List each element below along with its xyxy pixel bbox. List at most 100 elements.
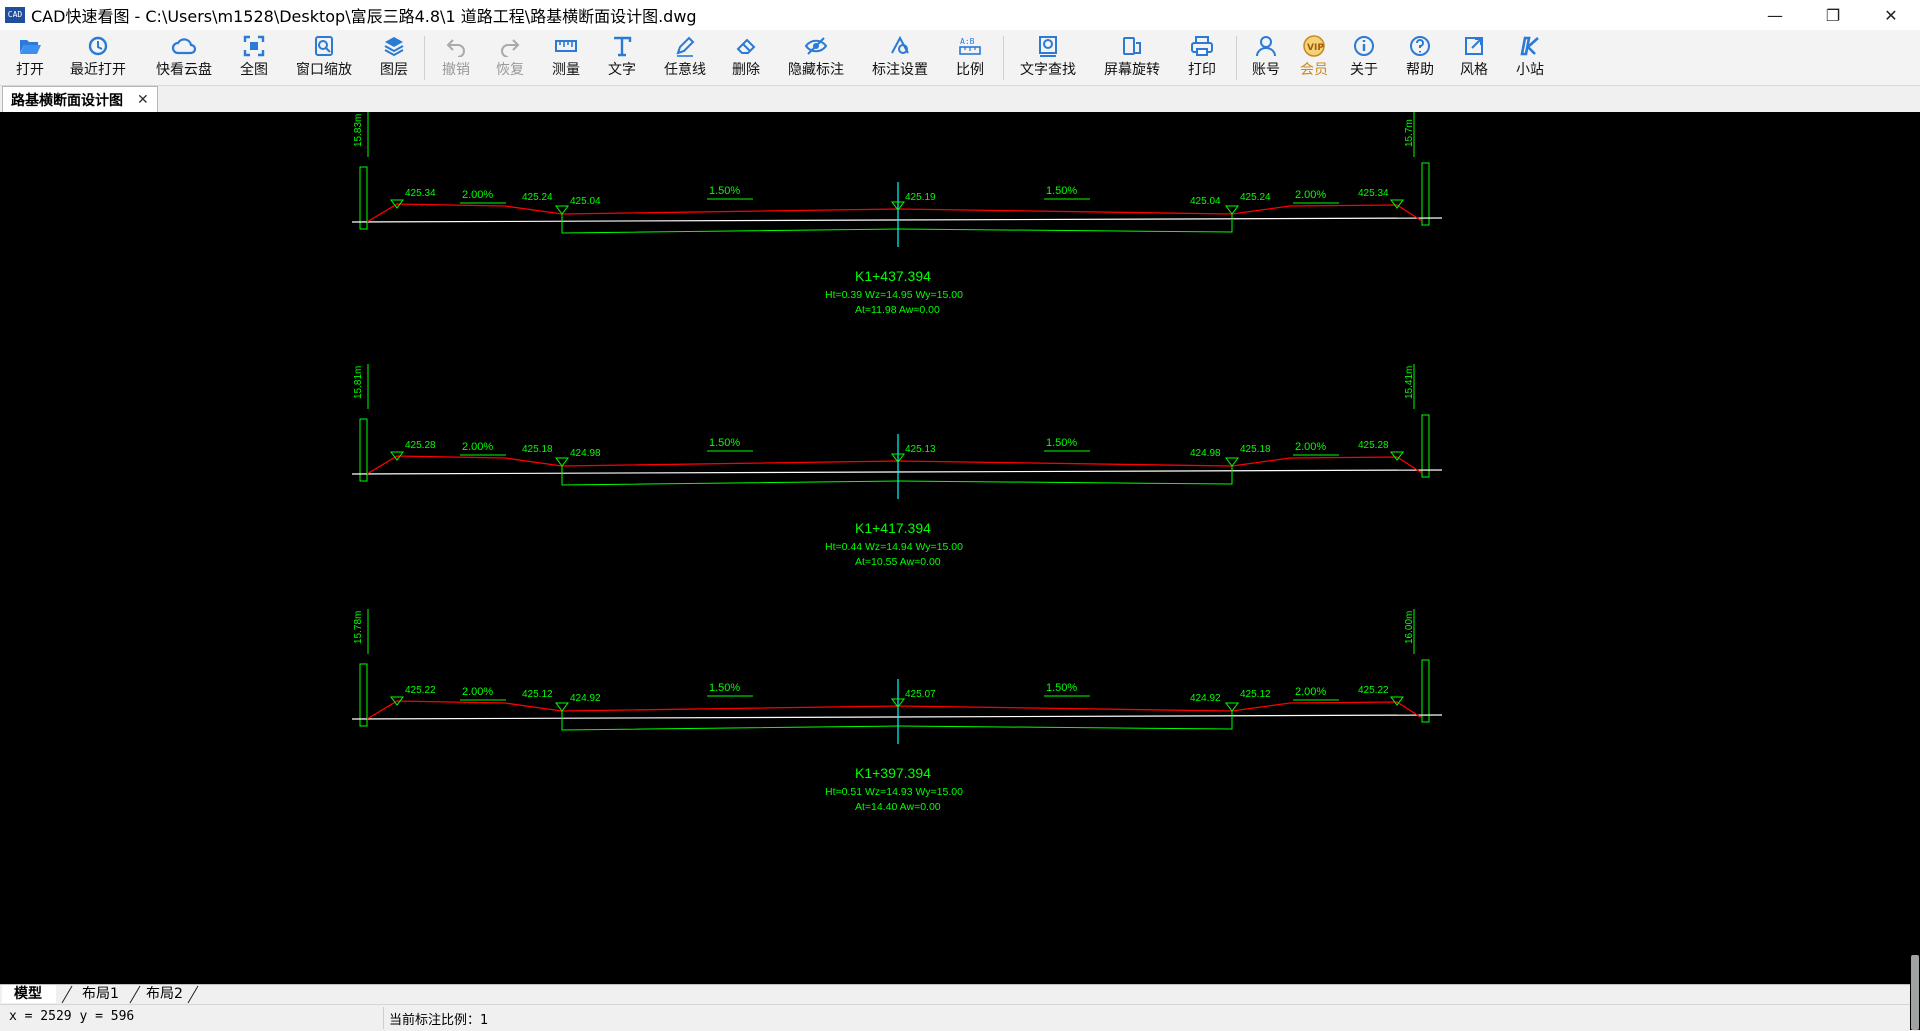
freehand-line-label: 任意线: [664, 62, 706, 78]
text-search-icon: [1034, 34, 1062, 58]
text-button[interactable]: 文字: [604, 30, 640, 85]
account-label: 账号: [1252, 62, 1280, 78]
rotate-screen-label: 屏幕旋转: [1104, 62, 1160, 78]
help-label: 帮助: [1406, 62, 1434, 78]
right-edge-marker: [1421, 414, 1430, 478]
design-grade-line: [366, 203, 1423, 223]
text-label: 文字: [608, 62, 636, 78]
document-tab-bar: 路基横断面设计图 ✕: [0, 86, 1920, 112]
left-edge-marker: [359, 418, 368, 482]
tab-model[interactable]: 模型: [2, 985, 56, 1003]
app-logo-icon: CAD: [5, 7, 25, 23]
user-icon: [1252, 34, 1280, 58]
section-area-parameters: At=14.40 Aw=0.00: [855, 801, 941, 813]
subgrade-outline: [561, 214, 1233, 234]
recent-open-button[interactable]: 最近打开: [66, 30, 130, 85]
rotate-screen-button[interactable]: 屏幕旋转: [1100, 30, 1164, 85]
tab-layout1[interactable]: 布局1: [70, 985, 133, 1003]
elevation-label: 425.12: [1240, 689, 1271, 700]
account-button[interactable]: 账号: [1248, 30, 1284, 85]
help-icon: [1406, 34, 1434, 58]
style-button[interactable]: 风格: [1456, 30, 1492, 85]
delete-button[interactable]: 删除: [728, 30, 764, 85]
eye-hide-icon: [802, 34, 830, 58]
toolbar-separator: [1236, 36, 1237, 80]
hide-annotation-button[interactable]: 隐藏标注: [784, 30, 848, 85]
cloud-drive-button[interactable]: 快看云盘: [152, 30, 216, 85]
text-search-button[interactable]: 文字查找: [1016, 30, 1080, 85]
section-area-parameters: At=11.98 Aw=0.00: [855, 304, 940, 316]
left-width-label: 15.81m: [353, 366, 364, 399]
redo-label: 恢复: [496, 62, 524, 78]
vertical-scrollbar[interactable]: [1910, 112, 1920, 1030]
close-window-button[interactable]: ✕: [1862, 0, 1920, 30]
cloud-drive-label: 快看云盘: [156, 62, 212, 78]
cloud-icon: [170, 34, 198, 58]
measure-label: 测量: [552, 62, 580, 78]
scale-button[interactable]: A:B 比例: [952, 30, 988, 85]
section-area-parameters: At=10.55 Aw=0.00: [855, 556, 941, 568]
fit-view-button[interactable]: 全图: [236, 30, 272, 85]
scale-label: 比例: [956, 62, 984, 78]
window-title: CAD快速看图 - C:\Users\m1528\Desktop\富辰三路4.8…: [31, 7, 697, 26]
annotation-settings-button[interactable]: 标注设置: [868, 30, 932, 85]
design-grade-line: [366, 455, 1423, 475]
close-tab-icon[interactable]: ✕: [137, 92, 149, 108]
layers-label: 图层: [380, 62, 408, 78]
status-bar: x = 2529 y = 596 当前标注比例：1: [0, 1004, 1910, 1031]
ground-line: [351, 217, 1443, 223]
elevation-label: 425.28: [405, 440, 436, 451]
elevation-label: 425.04: [1190, 196, 1221, 207]
measure-button[interactable]: 测量: [548, 30, 584, 85]
elevation-marker-icon: [1390, 199, 1404, 209]
zoom-window-button[interactable]: 窗口缩放: [292, 30, 356, 85]
print-button[interactable]: 打印: [1184, 30, 1220, 85]
annotation-settings-label: 标注设置: [872, 62, 928, 78]
text-search-label: 文字查找: [1020, 62, 1076, 78]
fit-view-icon: [240, 34, 268, 58]
tab-separator: [187, 985, 199, 1004]
scrollbar-thumb[interactable]: [1911, 955, 1919, 1030]
minimize-button[interactable]: —: [1746, 0, 1804, 30]
open-button[interactable]: 打开: [10, 30, 50, 85]
drawing-canvas[interactable]: 15.83m 15.7m 425.34 425.24 425.04 425.19 425.0…: [0, 112, 1920, 984]
undo-label: 撤销: [442, 62, 470, 78]
help-button[interactable]: 帮助: [1402, 30, 1438, 85]
redo-button[interactable]: 恢复: [492, 30, 528, 85]
layers-icon: [380, 34, 408, 58]
undo-button[interactable]: 撤销: [438, 30, 474, 85]
scale-icon: A:B: [956, 34, 984, 58]
elevation-label: 425.07: [905, 689, 936, 700]
section-parameters: Ht=0.44 Wz=14.94 Wy=15.00: [825, 541, 963, 553]
elevation-label: 425.22: [405, 685, 436, 696]
freehand-line-button[interactable]: 任意线: [660, 30, 710, 85]
eraser-icon: [732, 34, 760, 58]
elevation-label: 425.18: [522, 444, 553, 455]
main-toolbar: 打开 最近打开 快看云盘 全图 窗口缩放 图层 撤销 恢复 测量 文字 任意线: [0, 30, 1920, 86]
style-label: 风格: [1460, 62, 1488, 78]
restore-button[interactable]: ❐: [1804, 0, 1862, 30]
layers-button[interactable]: 图层: [376, 30, 412, 85]
measure-icon: [552, 34, 580, 58]
left-width-label: 15.83m: [353, 114, 364, 147]
printer-icon: [1188, 34, 1216, 58]
elevation-label: 424.92: [1190, 693, 1221, 704]
fit-view-label: 全图: [240, 62, 268, 78]
right-edge-marker: [1421, 162, 1430, 226]
slope-label: 2.00%: [1295, 441, 1326, 453]
left-width-label: 15.78m: [353, 611, 364, 644]
cad-drawing: 15.83m 15.7m 425.34 425.24 425.04 425.19 425.0…: [351, 112, 1443, 813]
history-icon: [84, 34, 112, 58]
mini-site-button[interactable]: 小站: [1512, 30, 1548, 85]
mini-site-label: 小站: [1516, 62, 1544, 78]
svg-text:VIP: VIP: [1307, 43, 1324, 53]
elevation-marker-icon: [1390, 696, 1404, 706]
about-button[interactable]: 关于: [1346, 30, 1382, 85]
design-grade-line: [366, 700, 1423, 720]
rotate-screen-icon: [1118, 34, 1146, 58]
elevation-label: 424.98: [1190, 448, 1221, 459]
document-tab[interactable]: 路基横断面设计图 ✕: [2, 86, 158, 112]
member-button[interactable]: VIP 会员: [1296, 30, 1332, 85]
elevation-label: 425.19: [905, 192, 936, 203]
subgrade-outline: [561, 711, 1233, 731]
